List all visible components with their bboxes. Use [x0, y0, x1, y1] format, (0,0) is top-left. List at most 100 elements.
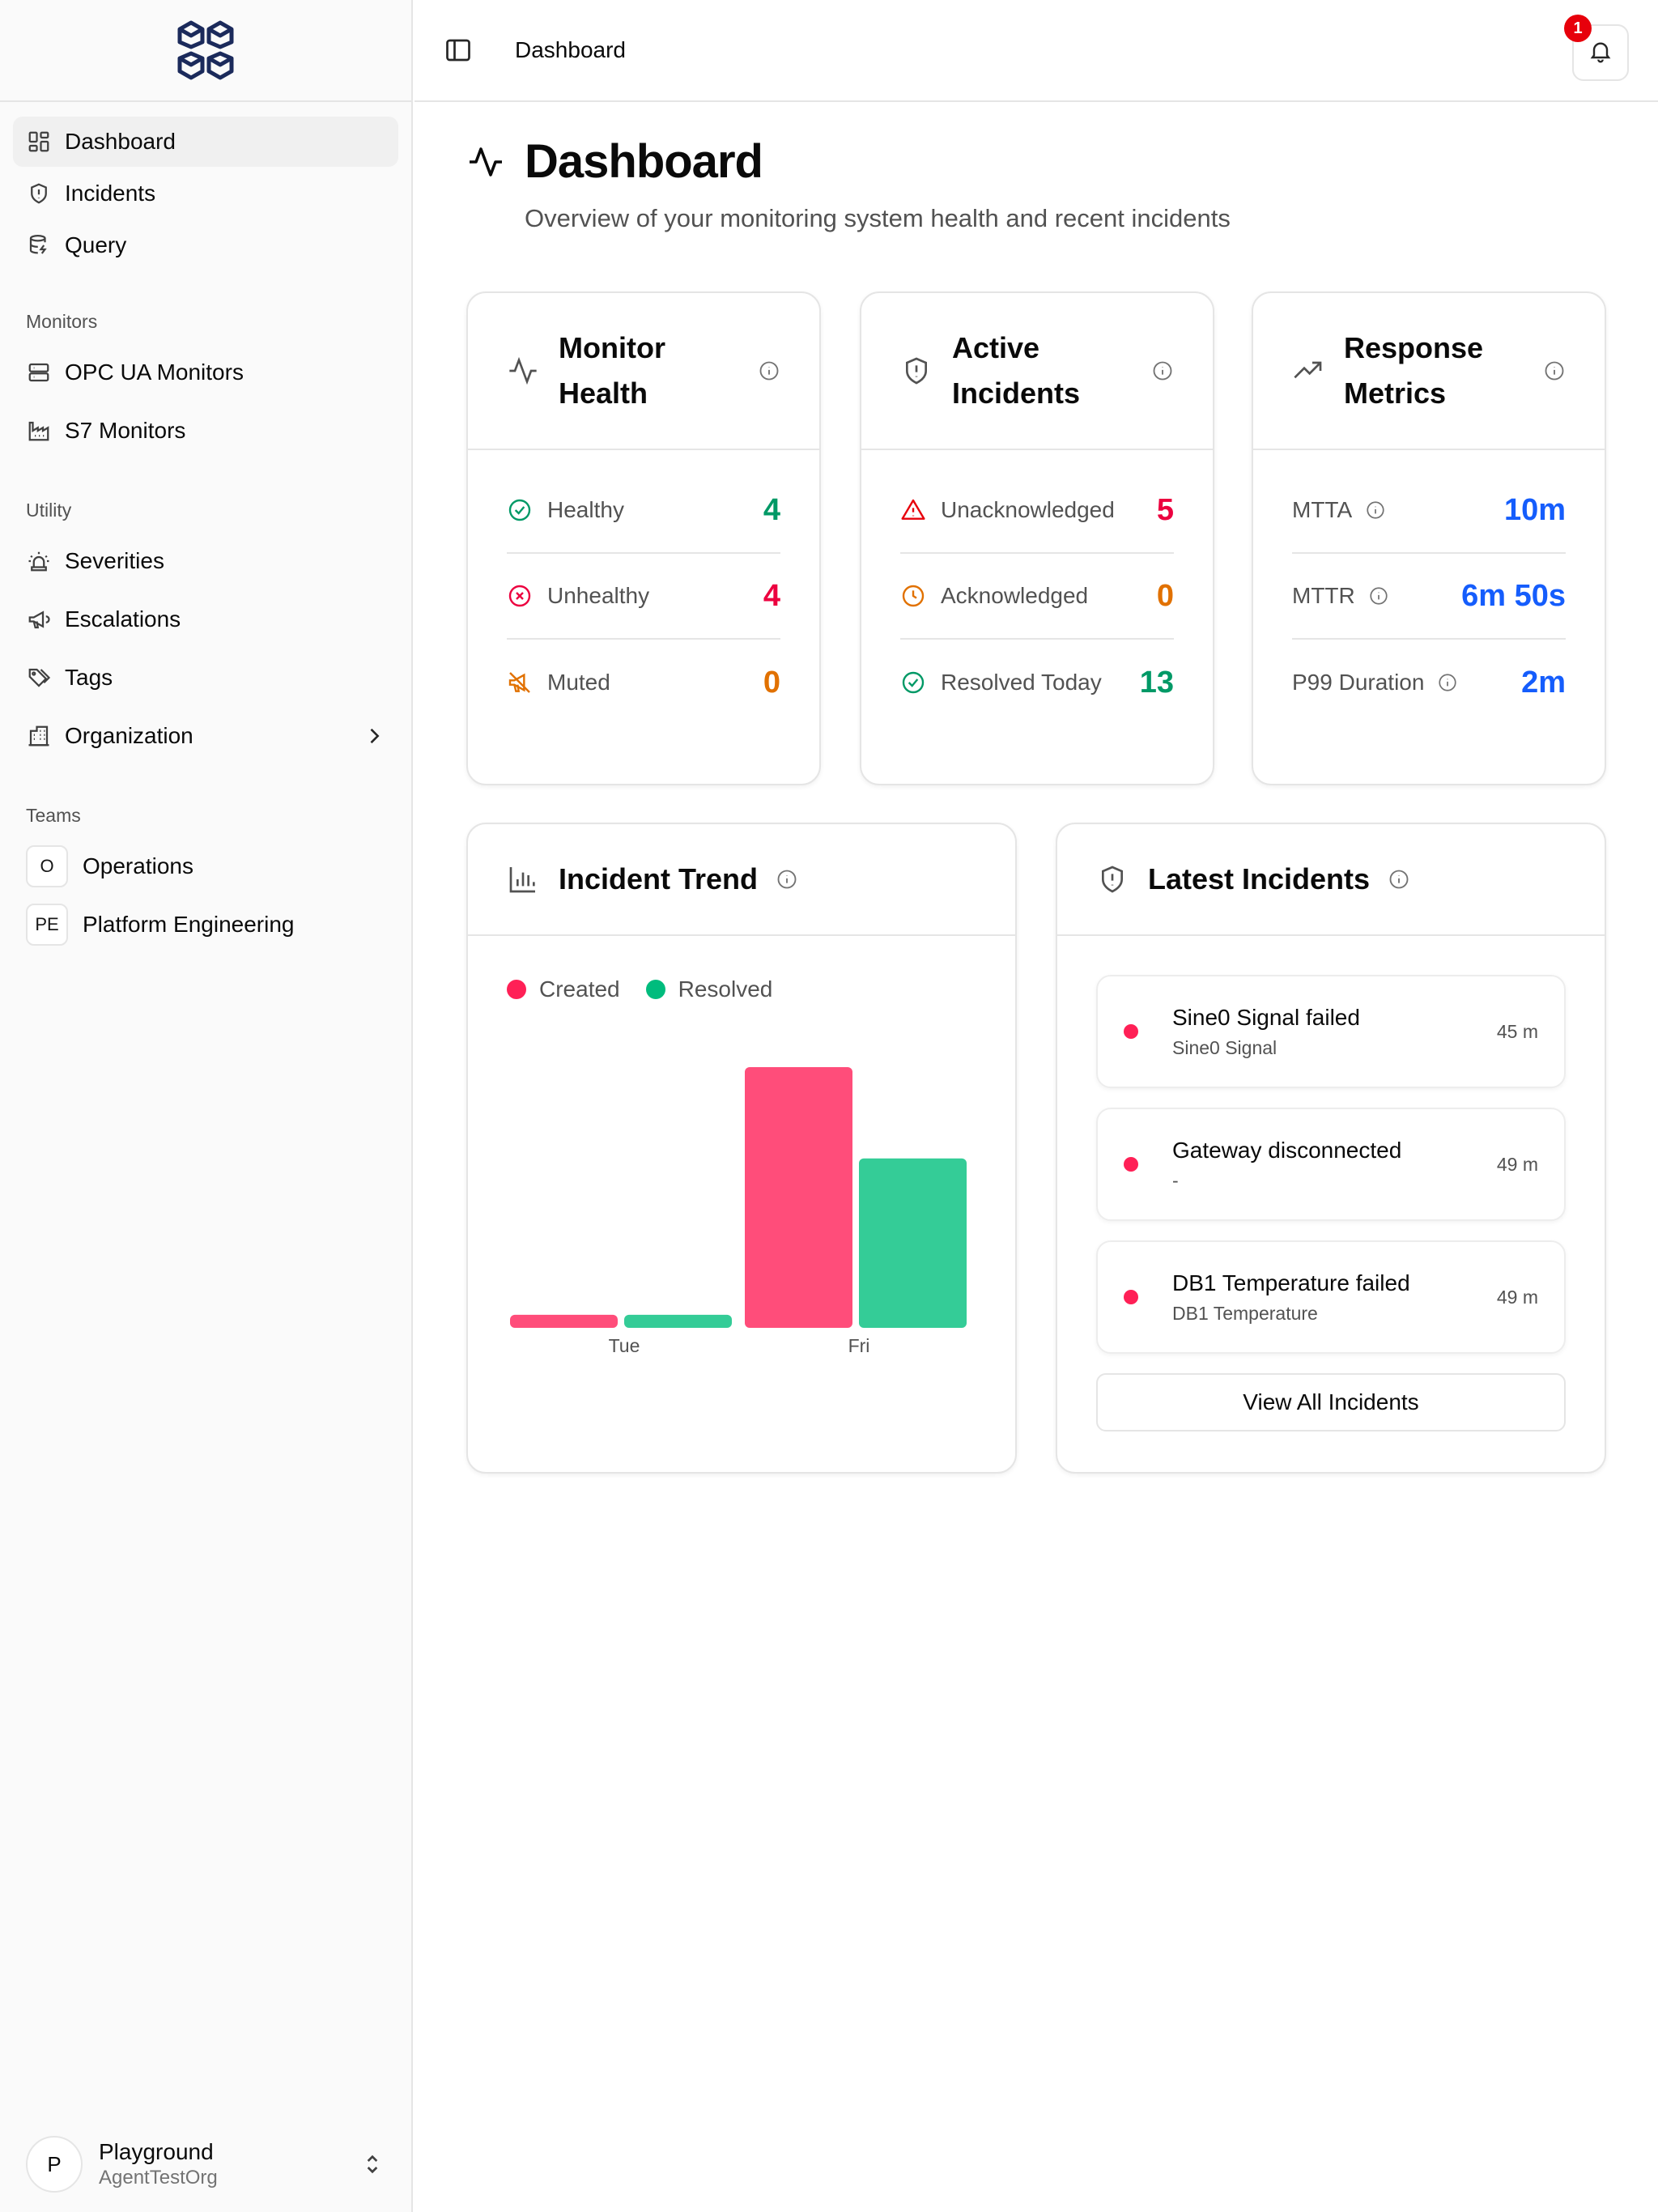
nav-item-severities[interactable]: Severities [13, 533, 398, 589]
incident-source: Sine0 Signal [1172, 1036, 1278, 1058]
account-name: Playground [99, 2139, 214, 2164]
nav-item-escalations[interactable]: Escalations [13, 591, 398, 648]
stat-row-acknowledged: Acknowledged 0 [900, 554, 1174, 640]
nav-item-s7-monitors[interactable]: S7 Monitors [13, 402, 398, 459]
nav-item-label: Dashboard [65, 129, 176, 154]
stat-label: Acknowledged [941, 583, 1089, 608]
incident-list-item[interactable]: Gateway disconnected - 49 m [1096, 1108, 1566, 1221]
info-icon[interactable] [1543, 359, 1566, 382]
stat-label: Unhealthy [547, 583, 650, 608]
nav-item-label: Organization [65, 723, 193, 748]
nav-item-opc-ua-monitors[interactable]: OPC UA Monitors [13, 344, 398, 401]
monitor-health-card: Monitor Health Healthy 4 Unhealthy 4 Mute… [466, 291, 821, 785]
stat-row-mtta: MTTA 10m [1292, 468, 1566, 554]
card-title-line: Metrics [1344, 376, 1447, 410]
layout-dashboard-icon [26, 129, 52, 155]
card-title-line: Monitor [559, 331, 665, 364]
chart-legend: Created Resolved [468, 936, 1015, 1002]
activity-icon [507, 355, 539, 387]
team-label: Platform Engineering [83, 912, 295, 937]
incident-list-item[interactable]: Sine0 Signal failed Sine0 Signal 45 m [1096, 975, 1566, 1088]
account-switcher[interactable]: P Playground AgentTestOrg [0, 2116, 411, 2212]
stat-value: 0 [1156, 578, 1174, 613]
stat-value: 6m 50s [1461, 578, 1566, 613]
stat-row-p99-duration: P99 Duration 2m [1292, 640, 1566, 725]
logo-icon [177, 20, 234, 80]
info-icon[interactable] [1368, 585, 1389, 606]
x-circle-icon [507, 583, 533, 609]
bar-resolved-fri[interactable] [859, 1158, 967, 1328]
stat-value: 4 [763, 578, 780, 613]
incident-trend-chart: Tue Fri [510, 1067, 967, 1356]
teams-heading: Teams [26, 805, 81, 826]
stat-label: MTTA [1292, 497, 1353, 522]
info-icon[interactable] [1388, 868, 1410, 891]
chevrons-up-down-icon [359, 2151, 385, 2177]
sidebar-toggle-icon[interactable] [444, 36, 473, 65]
bar-created-fri[interactable] [745, 1067, 852, 1328]
incident-trend-card: Incident Trend Created Resolved Tue Fri [466, 823, 1017, 1474]
view-all-incidents-button[interactable]: View All Incidents [1096, 1373, 1566, 1431]
card-title: Active Incidents [952, 325, 1151, 416]
legend-dot [645, 980, 665, 999]
bar-resolved-tue[interactable] [624, 1314, 732, 1328]
stat-row-muted: Muted 0 [507, 640, 780, 725]
siren-icon [26, 548, 52, 574]
nav-item-tags[interactable]: Tags [13, 649, 398, 706]
legend-dot [507, 980, 526, 999]
active-incidents-card: Active Incidents Unacknowledged 5 Acknowl… [860, 291, 1214, 785]
team-item-operations[interactable]: O Operations [13, 838, 398, 895]
page-header: Dashboard [466, 134, 763, 189]
team-item-platform-engineering[interactable]: PE Platform Engineering [13, 896, 398, 953]
nav-item-incidents[interactable]: Incidents [13, 168, 398, 219]
incident-age: 49 m [1496, 1153, 1538, 1175]
card-title: Incident Trend [559, 862, 759, 895]
bar-created-tue[interactable] [510, 1314, 618, 1328]
team-badge: O [26, 845, 68, 887]
nav-item-organization[interactable]: Organization [13, 708, 398, 764]
nav-item-query[interactable]: Query [13, 220, 398, 270]
stat-label: P99 Duration [1292, 670, 1425, 695]
team-label: Operations [83, 853, 193, 878]
database-search-icon [26, 232, 52, 258]
info-icon[interactable] [1365, 500, 1386, 521]
latest-incidents-card: Latest Incidents Sine0 Signal failed Sine… [1056, 823, 1606, 1474]
shield-alert-icon [1096, 863, 1129, 895]
legend-item-resolved[interactable]: Resolved [645, 976, 772, 1002]
incident-list-item[interactable]: DB1 Temperature failed DB1 Temperature 49… [1096, 1240, 1566, 1354]
stat-value: 4 [763, 492, 780, 527]
x-tick-label: Fri [848, 1335, 870, 1356]
megaphone-icon [26, 606, 52, 632]
stat-label: MTTR [1292, 583, 1355, 608]
stat-value: 2m [1521, 665, 1566, 700]
stat-label: Muted [547, 670, 610, 695]
card-title-line: Incidents [952, 376, 1081, 410]
legend-item-created[interactable]: Created [507, 976, 620, 1002]
notifications-button[interactable]: 1 [1564, 15, 1629, 81]
trending-up-icon [1292, 355, 1324, 387]
chevron-right-icon [363, 725, 385, 747]
status-dot [1124, 1157, 1138, 1172]
status-dot [1124, 1024, 1138, 1039]
info-icon[interactable] [758, 359, 780, 382]
info-icon[interactable] [1437, 672, 1458, 693]
top-bar: Dashboard 1 [414, 0, 1658, 102]
stat-value: 5 [1156, 492, 1174, 527]
nav-item-label: OPC UA Monitors [65, 359, 244, 385]
app-logo[interactable] [0, 0, 411, 102]
page-subtitle: Overview of your monitoring system healt… [525, 204, 1231, 232]
stat-row-mttr: MTTR 6m 50s [1292, 554, 1566, 640]
stat-value: 10m [1503, 492, 1566, 527]
tags-icon [26, 665, 52, 691]
info-icon[interactable] [776, 868, 798, 891]
nav-item-dashboard[interactable]: Dashboard [13, 117, 398, 167]
account-org: AgentTestOrg [99, 2167, 218, 2189]
info-icon[interactable] [1151, 359, 1174, 382]
card-title-line: Health [559, 376, 648, 410]
response-metrics-card: Response Metrics MTTA 10m MTTR 6m 50s P99… [1252, 291, 1606, 785]
nav-item-label: Severities [65, 548, 164, 573]
incident-source: DB1 Temperature [1172, 1302, 1318, 1324]
nav-item-label: Incidents [65, 181, 156, 206]
incident-title: Gateway disconnected [1172, 1137, 1402, 1163]
notification-count-badge: 1 [1564, 15, 1592, 42]
